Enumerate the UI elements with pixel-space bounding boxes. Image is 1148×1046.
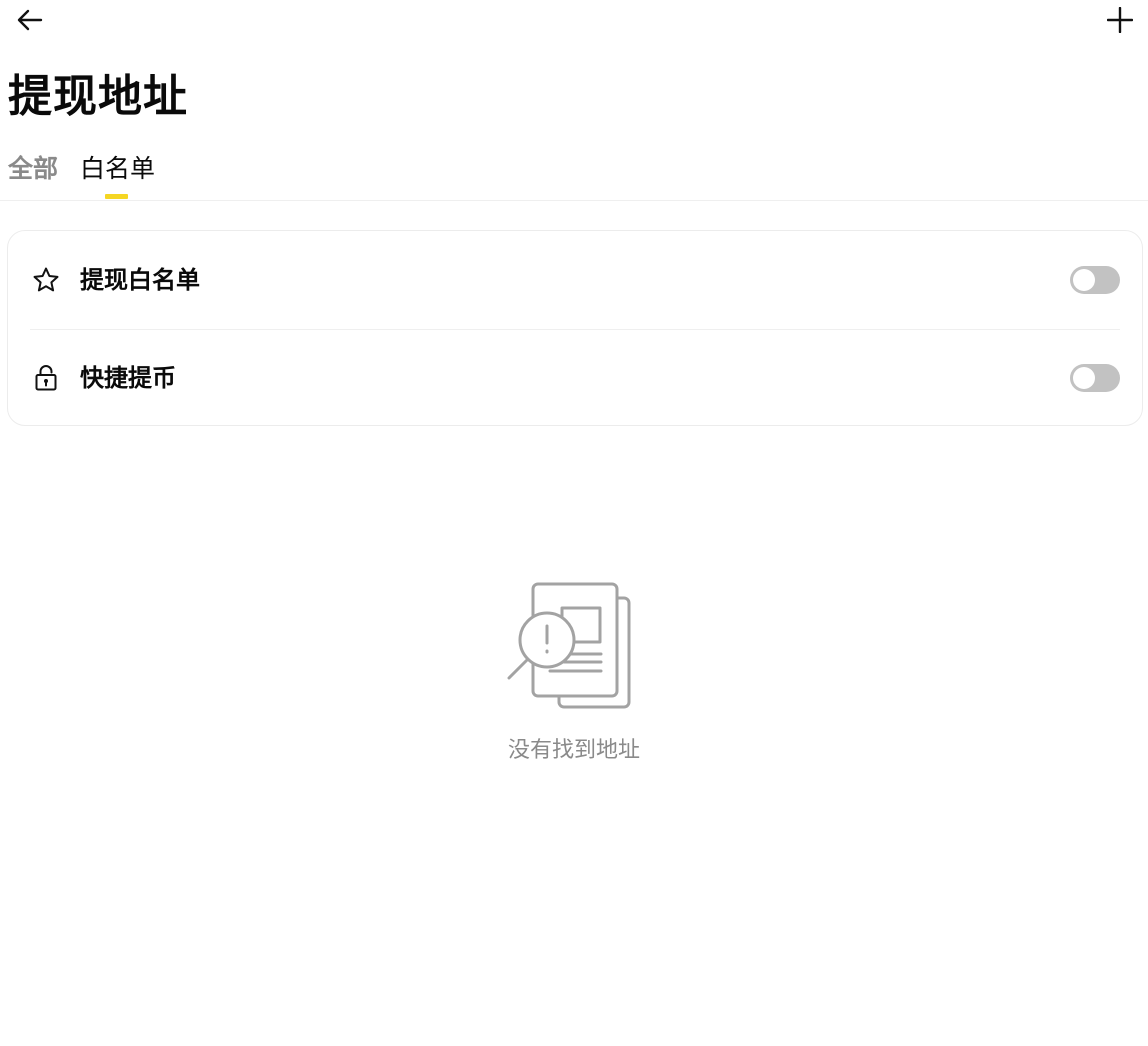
tab-all[interactable]: 全部 [8,152,58,186]
add-address-button[interactable] [1098,0,1142,40]
back-button[interactable] [8,0,52,40]
active-tab-indicator [105,194,128,199]
arrow-left-icon [17,9,43,31]
setting-label-quick-withdrawal: 快捷提币 [80,364,176,392]
tab-whitelist[interactable]: 白名单 [80,152,155,186]
withdrawal-whitelist-toggle[interactable] [1070,266,1120,294]
page-title: 提现地址 [8,71,188,122]
unlock-icon [32,364,60,392]
document-search-alert-icon [507,582,631,709]
quick-withdrawal-toggle[interactable] [1070,364,1120,392]
withdrawal-address-page: 提现地址 全部 白名单 提现白名单 快捷提币 没有找到地址 [0,0,1148,1046]
tab-bar: 全部 白名单 [0,148,1148,201]
star-icon [32,266,60,294]
setting-row-withdrawal-whitelist: 提现白名单 [8,231,1142,329]
settings-card: 提现白名单 快捷提币 [7,230,1143,426]
toggle-knob [1073,367,1095,389]
toggle-knob [1073,269,1095,291]
setting-label-withdrawal-whitelist: 提现白名单 [80,266,200,294]
empty-state-message: 没有找到地址 [507,738,640,763]
plus-icon [1107,7,1133,33]
setting-row-quick-withdrawal: 快捷提币 [8,329,1142,427]
